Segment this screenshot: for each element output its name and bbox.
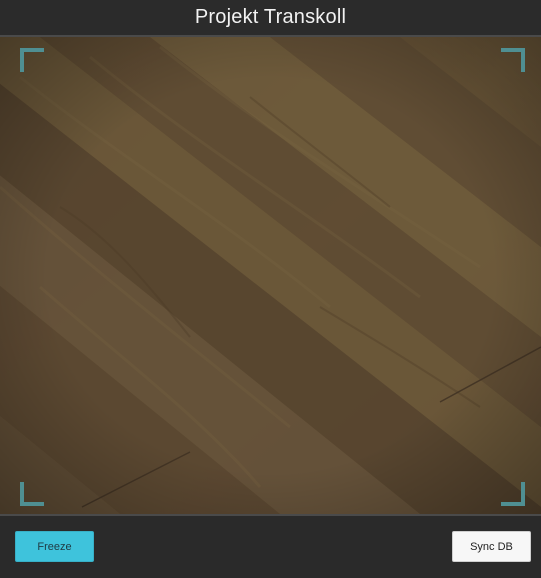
app-window: Projekt Transkoll Freeze Sync DB	[0, 0, 541, 578]
viewfinder-corner-top-left	[20, 48, 44, 72]
sync-db-button[interactable]: Sync DB	[452, 531, 531, 562]
camera-feed-image	[0, 37, 541, 514]
viewfinder-corner-bottom-right	[501, 482, 525, 506]
viewfinder-corner-top-right	[501, 48, 525, 72]
app-title: Projekt Transkoll	[194, 6, 347, 28]
freeze-button[interactable]: Freeze	[15, 531, 94, 562]
title-bar: Projekt Transkoll	[0, 0, 541, 37]
camera-viewport[interactable]	[0, 37, 541, 514]
viewfinder-corner-bottom-left	[20, 482, 44, 506]
bottom-toolbar: Freeze Sync DB	[0, 514, 541, 578]
